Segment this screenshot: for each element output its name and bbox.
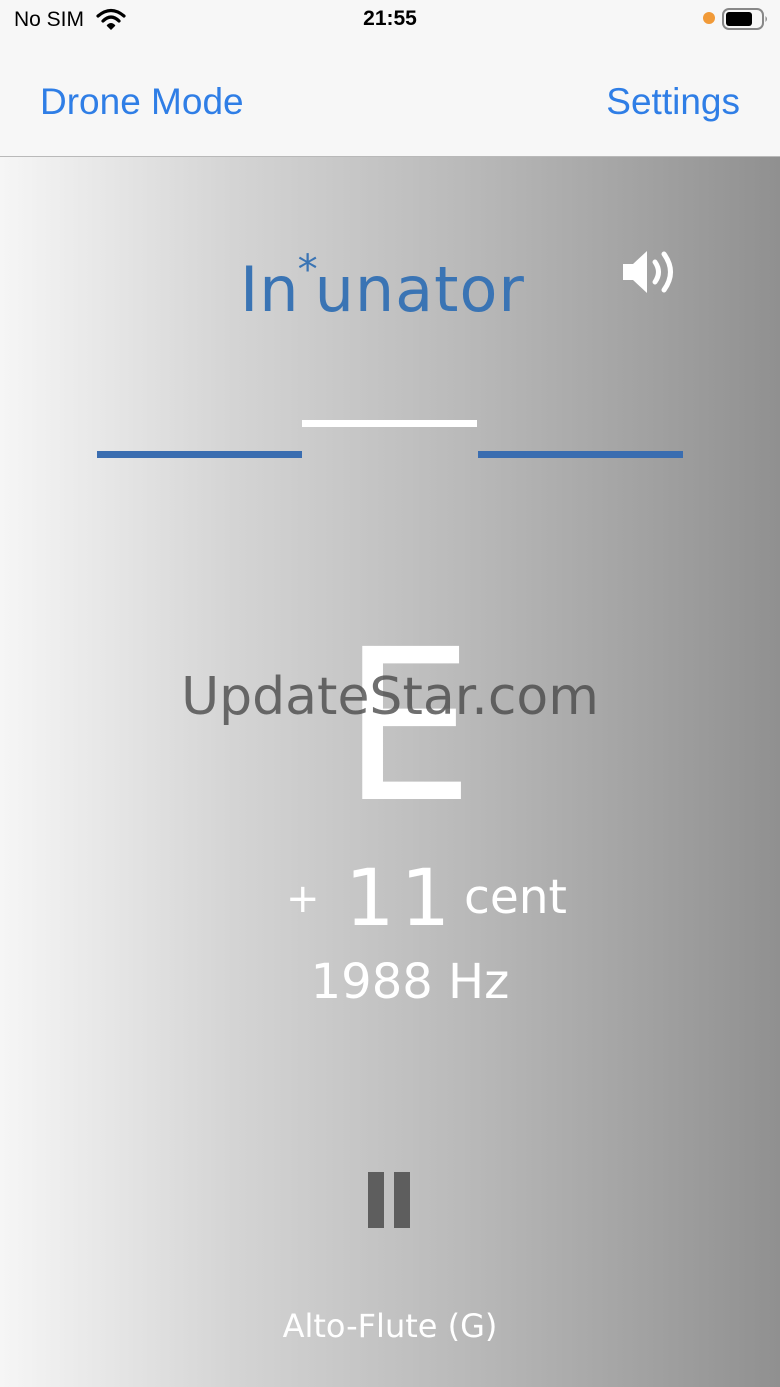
instrument-label[interactable]: Alto-Flute (G) — [0, 1302, 780, 1350]
pause-icon — [368, 1172, 384, 1228]
drone-mode-button[interactable]: Drone Mode — [40, 80, 244, 124]
logo-text-end: unator — [314, 253, 525, 326]
tuning-meter-center-indicator — [302, 420, 477, 427]
status-time: 21:55 — [363, 7, 417, 30]
watermark-text: UpdateStar.com — [181, 667, 599, 727]
cents-unit: cent — [464, 870, 567, 925]
tuning-meter-left-segment — [97, 451, 302, 458]
navigation-bar: Drone Mode Settings — [0, 42, 780, 157]
speaker-volume-icon[interactable] — [619, 247, 681, 297]
status-bar: No SIM 21:55 — [0, 0, 780, 42]
cents-sign: + — [286, 876, 320, 922]
tuner-screen: No SIM 21:55 Drone Mode Settings In*unat… — [0, 0, 780, 1387]
tuner-main-area: In*unator E UpdateStar.com + 11 cent 198… — [0, 157, 780, 1387]
mic-indicator-dot — [703, 12, 715, 24]
settings-button[interactable]: Settings — [606, 80, 740, 124]
frequency-readout: 1988 Hz — [310, 954, 510, 1010]
logo-text-start: In — [240, 253, 300, 326]
pause-icon-bar — [394, 1172, 410, 1228]
cents-value: 11 — [345, 854, 457, 944]
tuning-meter-right-segment — [478, 451, 683, 458]
app-logo: In*unator — [240, 235, 525, 325]
battery-icon — [722, 8, 767, 30]
cents-readout: + 11 cent — [0, 852, 780, 962]
pause-button[interactable] — [365, 1169, 417, 1231]
